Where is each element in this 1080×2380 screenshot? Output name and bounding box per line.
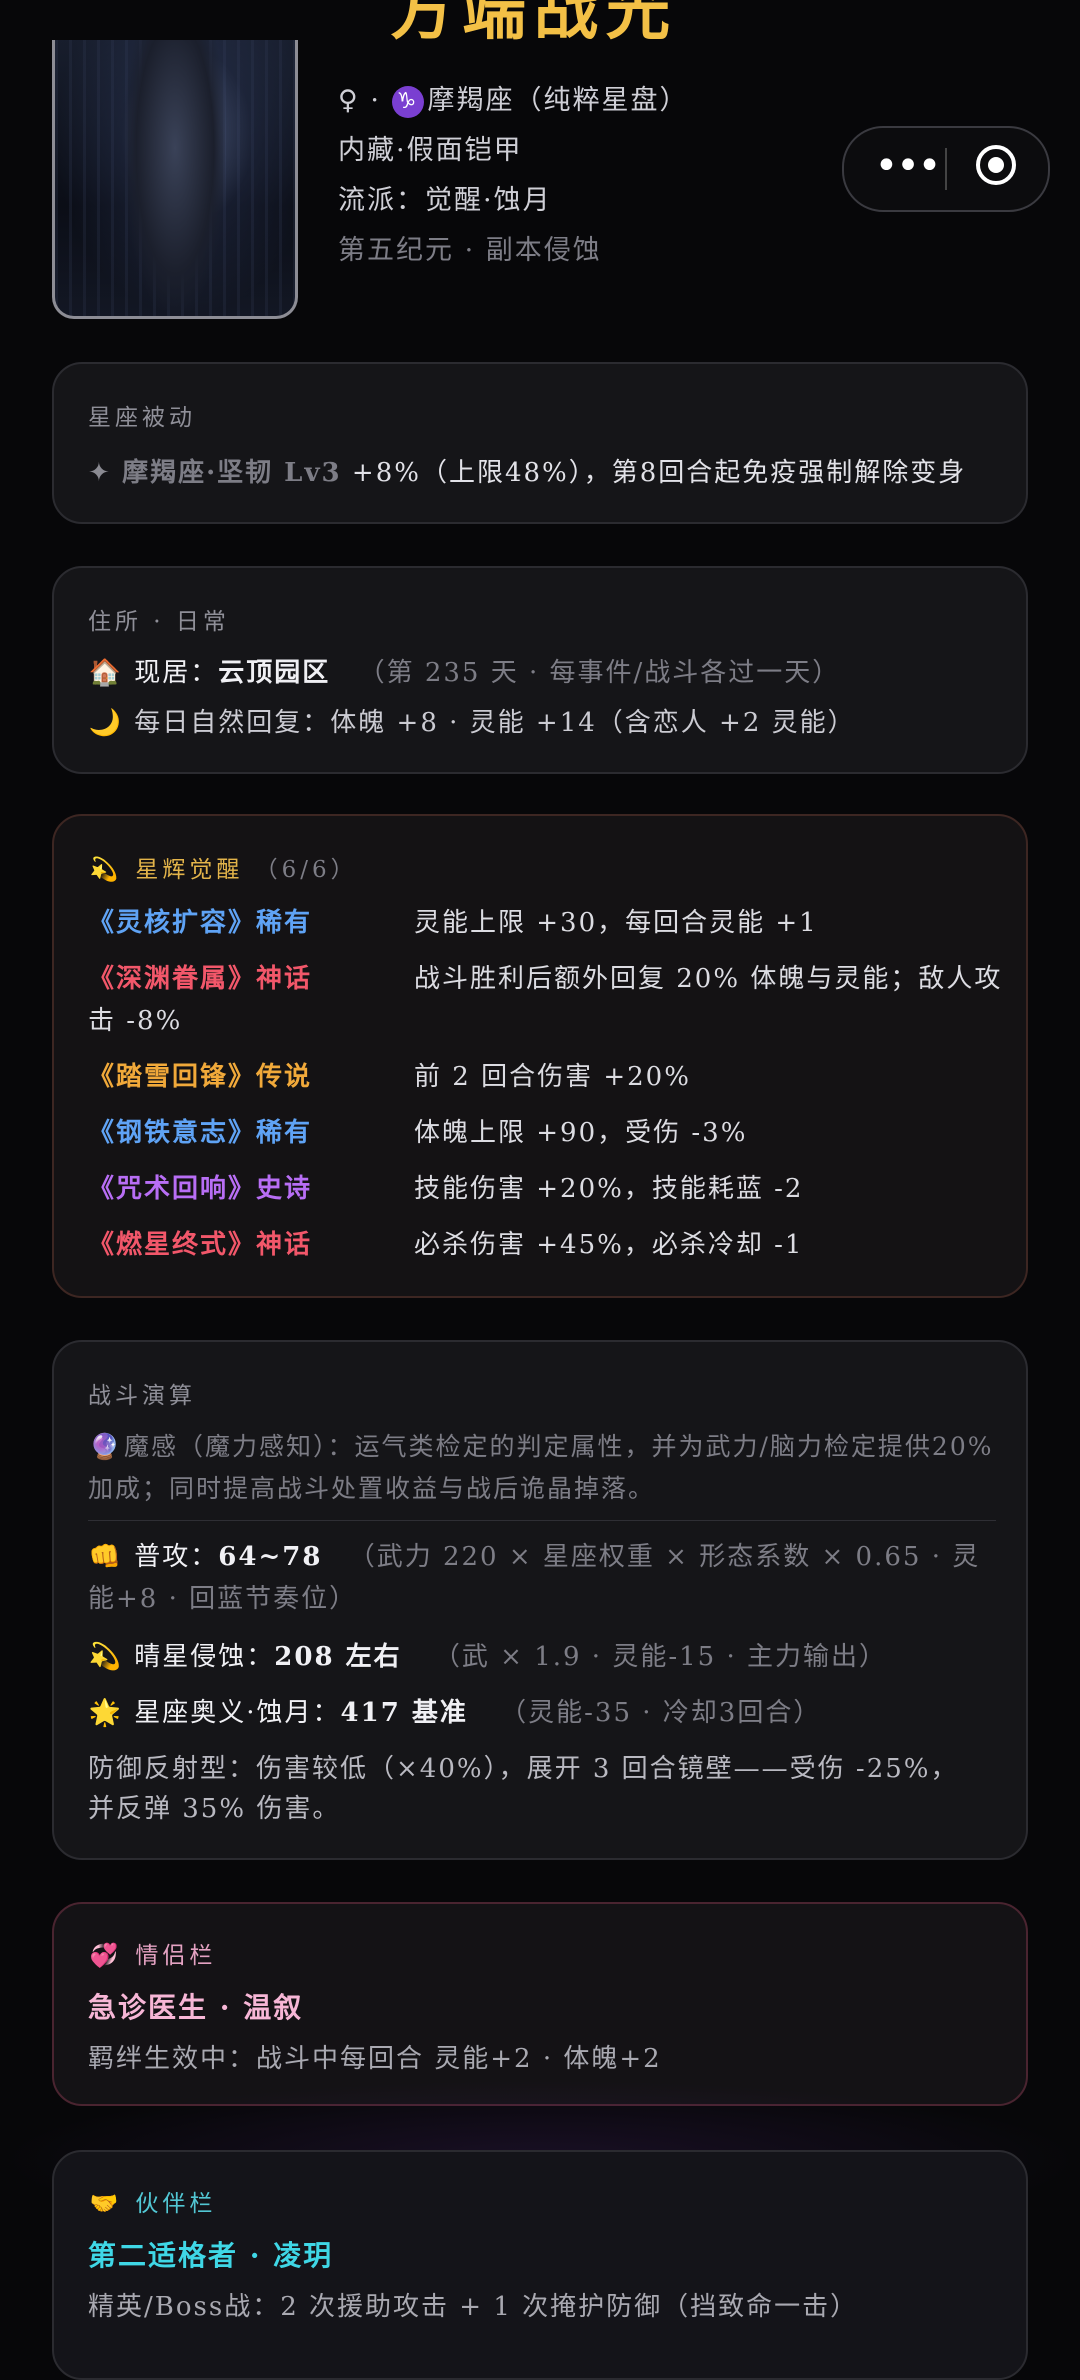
lover-card: 💞 情侣栏 急诊医生 · 温叙 羁绊生效中：战斗中每回合 灵能+2 · 体魄+2 xyxy=(52,1902,1028,2106)
skill1-label: 晴星侵蚀： xyxy=(134,1642,275,1672)
awakening-item[interactable]: 《深渊眷属》神话 战斗胜利后额外回复 20% 体魄与灵能；敌人攻 xyxy=(88,958,1000,995)
awakening-item-desc: 战斗胜利后额外回复 20% 体魄与灵能；敌人攻 xyxy=(414,964,1003,994)
lover-label: 情侣栏 xyxy=(135,1943,217,1969)
skill2-line: 🌟 星座奥义·蚀月：417 基准 （灵能-35 · 冷却3回合） xyxy=(88,1692,821,1729)
lover-header: 💞 情侣栏 xyxy=(88,1936,216,1970)
dizzy-star-icon: 💫 xyxy=(88,1642,124,1672)
skill1-line: 💫 晴星侵蚀：208 左右 （武 × 1.9 · 灵能-15 · 主力输出） xyxy=(88,1636,887,1673)
partner-card: 🤝 伙伴栏 第二适格者 · 凌玥 精英/Boss战：2 次援助攻击 + 1 次掩… xyxy=(52,2150,1028,2380)
partner-name[interactable]: 第二适格者 · 凌玥 xyxy=(88,2234,333,2274)
normal-note-cont: 回蓝节奏位） xyxy=(189,1584,358,1614)
residence-card: 住所 · 日常 🏠 现居：云顶园区 （第 235 天 · 每事件/战斗各过一天）… xyxy=(52,566,1028,774)
passive-name: 摩羯座·坚韧 Lv3 xyxy=(122,458,342,488)
character-figure xyxy=(125,40,225,310)
page-title: 方端战光 xyxy=(390,0,678,49)
female-icon: ♀ xyxy=(338,85,360,116)
awakening-item-desc: 灵能上限 +30，每回合灵能 +1 xyxy=(414,908,818,938)
character-portrait[interactable] xyxy=(52,40,298,319)
combat-label: 战斗演算 xyxy=(88,1383,196,1409)
zodiac-text: 摩羯座（纯粹星盘） xyxy=(427,85,689,116)
skill2-label: 星座奥义·蚀月： xyxy=(134,1698,341,1728)
awakening-item[interactable]: 《燃星终式》神话 必杀伤害 +45%，必杀冷却 -1 xyxy=(88,1224,801,1261)
awakening-item-desc: 体魄上限 +90，受伤 -3% xyxy=(414,1118,748,1148)
residence-label: 住所 · 日常 xyxy=(88,609,230,635)
partner-header: 🤝 伙伴栏 xyxy=(88,2184,216,2218)
defense-line1: 防御反射型：伤害较低（×40%），展开 3 回合镜壁——受伤 -25%， xyxy=(88,1754,959,1784)
capsule-divider xyxy=(945,148,947,190)
normal-value: 64~78 xyxy=(218,1542,323,1572)
partner-desc: 精英/Boss战：2 次援助攻击 + 1 次掩护防御（挡致命一击） xyxy=(88,2292,859,2322)
awakening-item-desc: 技能伤害 +20%，技能耗蓝 -2 xyxy=(414,1174,804,1204)
awakening-header: 💫 星辉觉醒 （6/6） xyxy=(88,850,358,884)
passive-label: 星座被动 xyxy=(88,405,196,431)
shooting-star-icon: 💫 xyxy=(89,857,123,883)
awakening-item-name: 《深渊眷属》神话 xyxy=(88,964,313,994)
separator-dot: · xyxy=(370,85,392,116)
awakening-item-desc: 必杀伤害 +45%，必杀冷却 -1 xyxy=(414,1230,804,1260)
perception-desc: 魔感（魔力感知）：运气类检定的判定属性，并为武力/脑力检定提供20% 加成；同时… xyxy=(88,1432,994,1503)
awakening-count: （6/6） xyxy=(254,857,358,883)
current-place: 云顶园区 xyxy=(218,658,331,688)
capricorn-icon: ♑ xyxy=(391,85,424,118)
skill2-value: 417 基准 xyxy=(340,1698,468,1728)
awakening-item-name: 《踏雪回锋》传说 xyxy=(88,1062,313,1092)
glowing-star-icon: 🌟 xyxy=(88,1698,124,1728)
miniprogram-capsule: ••• xyxy=(842,126,1050,212)
day-note: （第 235 天 · 每事件/战斗各过一天） xyxy=(358,658,841,688)
awakening-item-name: 《咒术回响》史诗 xyxy=(88,1174,313,1204)
awakening-item[interactable]: 《灵核扩容》稀有 灵能上限 +30，每回合灵能 +1 xyxy=(88,902,816,939)
combat-card: 战斗演算 🔮魔感（魔力感知）：运气类检定的判定属性，并为武力/脑力检定提供20%… xyxy=(52,1340,1028,1860)
era-line: 第五纪元 · 副本侵蚀 xyxy=(338,235,602,266)
crystal-ball-icon: 🔮 xyxy=(89,1432,123,1461)
normal-label: 普攻： xyxy=(134,1542,219,1572)
awakening-item[interactable]: 《钢铁意志》稀有 体魄上限 +90，受伤 -3% xyxy=(88,1112,745,1149)
defense-line2: 并反弹 35% 伤害。 xyxy=(88,1794,341,1824)
fist-icon: 👊 xyxy=(88,1542,124,1572)
residence-current-line: 🏠 现居：云顶园区 （第 235 天 · 每事件/战斗各过一天） xyxy=(88,652,840,689)
four-point-star-icon: ✦ xyxy=(88,458,112,488)
awakening-item[interactable]: 《咒术回响》史诗 技能伤害 +20%，技能耗蓝 -2 xyxy=(88,1168,801,1205)
passive-effect: +8%（上限48%），第8回合起免疫强制解除变身 xyxy=(351,458,967,488)
lover-name[interactable]: 急诊医生 · 温叙 xyxy=(88,1986,303,2026)
armor-line: 内藏·假面铠甲 xyxy=(338,135,523,166)
awakening-item-name: 《灵核扩容》稀有 xyxy=(88,908,313,938)
perception-text: 🔮魔感（魔力感知）：运气类检定的判定属性，并为武力/脑力检定提供20% 加成；同… xyxy=(88,1426,998,1510)
combat-divider xyxy=(88,1520,996,1521)
handshake-icon: 🤝 xyxy=(89,2191,123,2217)
awakening-item-desc: 前 2 回合伤害 +20% xyxy=(414,1062,691,1092)
awakening-item[interactable]: 《踏雪回锋》传说 前 2 回合伤害 +20% xyxy=(88,1056,689,1093)
current-prefix: 现居： xyxy=(134,658,219,688)
more-dots-icon[interactable]: ••• xyxy=(872,138,942,198)
passive-card: 星座被动 ✦ 摩羯座·坚韧 Lv3 +8%（上限48%），第8回合起免疫强制解除… xyxy=(52,362,1028,524)
skill1-value: 208 左右 xyxy=(274,1642,402,1672)
hearts-icon: 💞 xyxy=(89,1943,123,1969)
recovery-text: 每日自然回复：体魄 +8 · 灵能 +14（含恋人 +2 灵能） xyxy=(134,708,856,738)
awakening-label: 星辉觉醒 xyxy=(135,857,244,883)
school-line: 流派：觉醒·蚀月 xyxy=(338,185,552,216)
awakening-item-desc-cont: 击 -8% xyxy=(88,1006,183,1036)
house-icon: 🏠 xyxy=(88,658,124,688)
target-icon[interactable] xyxy=(976,145,1016,185)
recovery-line: 🌙 每日自然回复：体魄 +8 · 灵能 +14（含恋人 +2 灵能） xyxy=(88,702,856,739)
moon-icon: 🌙 xyxy=(88,708,124,738)
awakening-item-name: 《钢铁意志》稀有 xyxy=(88,1118,313,1148)
partner-label: 伙伴栏 xyxy=(135,2191,217,2217)
awakening-card: 💫 星辉觉醒 （6/6） 《灵核扩容》稀有 灵能上限 +30，每回合灵能 +1 … xyxy=(52,814,1028,1298)
skill1-note: （武 × 1.9 · 灵能-15 · 主力输出） xyxy=(433,1642,887,1672)
passive-line: ✦ 摩羯座·坚韧 Lv3 +8%（上限48%），第8回合起免疫强制解除变身 xyxy=(88,452,966,489)
normal-attack-line: 👊 普攻：64~78 （武力 220 × 星座权重 × 形态系数 × 0.65 … xyxy=(88,1536,998,1620)
skill2-note: （灵能-35 · 冷却3回合） xyxy=(500,1698,822,1728)
lover-bond: 羁绊生效中：战斗中每回合 灵能+2 · 体魄+2 xyxy=(88,2044,662,2074)
zodiac-line: ♀ · ♑ 摩羯座（纯粹星盘） xyxy=(338,78,689,118)
awakening-item-name: 《燃星终式》神话 xyxy=(88,1230,313,1260)
